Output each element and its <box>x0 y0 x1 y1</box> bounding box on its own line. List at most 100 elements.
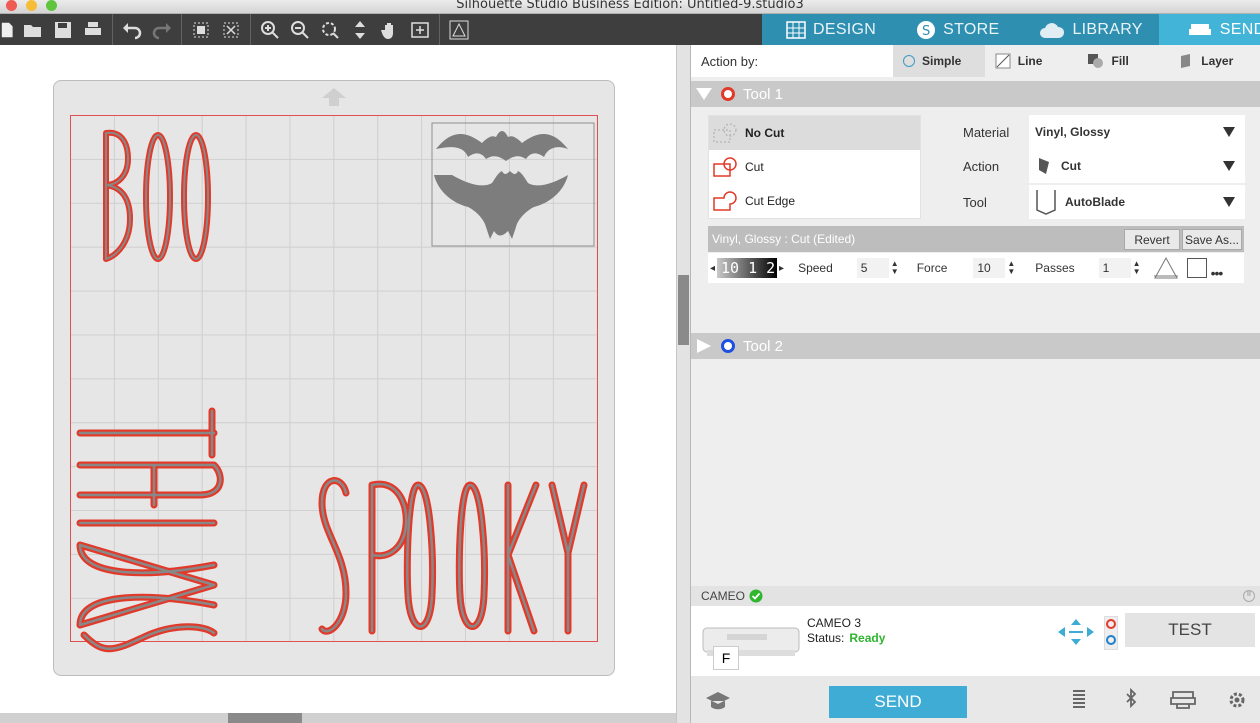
chevron-down-icon <box>1223 161 1235 171</box>
move-arrows-icon[interactable] <box>1057 618 1095 646</box>
tab-send[interactable]: SEND <box>1158 14 1260 45</box>
status-label: Status: <box>807 631 845 645</box>
chevron-down-icon <box>1223 197 1235 207</box>
undo-icon[interactable] <box>117 17 147 43</box>
line-label: Line <box>1017 54 1043 68</box>
vertical-scrollbar[interactable] <box>676 45 690 723</box>
bluetooth-icon[interactable] <box>1124 688 1138 712</box>
tutorial-cap-icon[interactable] <box>705 690 731 712</box>
preset-title: Vinyl, Glossy : Cut (Edited) <box>712 232 856 246</box>
bat-bottom[interactable] <box>434 171 568 239</box>
design-artwork <box>76 122 595 653</box>
new-file-icon[interactable] <box>0 17 18 43</box>
add-page-icon[interactable] <box>405 17 435 43</box>
tab-library[interactable]: LIBRARY <box>1015 14 1158 45</box>
radio-icon <box>903 55 915 67</box>
settings-gear-icon[interactable] <box>1227 690 1247 710</box>
arrow-left-icon[interactable]: ◂ <box>710 263 715 274</box>
svg-text:S: S <box>922 24 931 39</box>
expand-triangle-icon[interactable] <box>695 338 713 354</box>
action-label: Action <box>963 158 1000 174</box>
arrow-right-icon[interactable]: ▸ <box>779 263 784 274</box>
cutter-icon <box>1188 23 1211 35</box>
store-s-icon: S <box>917 20 936 39</box>
save-icon[interactable] <box>48 17 78 43</box>
tricks-text[interactable] <box>76 407 224 653</box>
tab-design-label: DESIGN <box>813 20 877 38</box>
force-input[interactable]: 10 <box>973 258 1006 278</box>
ungroup-icon[interactable] <box>216 17 246 43</box>
main-toolbar <box>0 14 762 45</box>
layer-icon <box>1181 54 1191 68</box>
speed-input[interactable]: 5 <box>856 258 889 278</box>
material-value: Vinyl, Glossy <box>1035 125 1111 139</box>
tab-library-label: LIBRARY <box>1072 20 1143 38</box>
open-folder-icon[interactable] <box>18 17 48 43</box>
vertical-scroll-thumb[interactable] <box>678 275 689 345</box>
device-box: F CAMEO 3 Status: Ready TEST <box>691 606 1260 676</box>
action-by-simple[interactable]: Simple <box>893 45 985 77</box>
tool2-holder-icon <box>1106 635 1116 645</box>
tool1-ring-icon <box>721 87 735 101</box>
pause-icon[interactable]: II <box>1243 590 1255 602</box>
horizontal-scroll-thumb[interactable] <box>228 713 302 723</box>
action-by-label: Action by: <box>691 45 893 77</box>
design-canvas[interactable] <box>0 45 676 713</box>
send-button[interactable]: SEND <box>829 686 967 718</box>
test-button[interactable]: TEST <box>1125 613 1255 647</box>
more-options-icon[interactable]: ••• <box>1211 265 1224 281</box>
action-select[interactable]: Cut <box>1029 149 1245 183</box>
revert-button[interactable]: Revert <box>1124 229 1180 250</box>
line-segment-overcut-icon[interactable] <box>1153 256 1179 280</box>
tool2-label: Tool 2 <box>743 337 784 355</box>
cut-edge-icon <box>713 191 737 211</box>
cut-style-no-cut[interactable]: No Cut <box>709 116 920 150</box>
pixscan-icon[interactable] <box>444 17 474 43</box>
material-select[interactable]: Vinyl, Glossy <box>1029 115 1245 149</box>
zoom-out-icon[interactable] <box>285 17 315 43</box>
fit-to-page-icon[interactable] <box>345 17 375 43</box>
material-label: Material <box>963 124 1010 140</box>
cut-edge-label: Cut Edge <box>745 194 796 208</box>
zoom-select-icon[interactable] <box>315 17 345 43</box>
force-stepper-icon[interactable]: ▲ ▼ <box>1007 260 1015 276</box>
horizontal-scrollbar[interactable] <box>0 713 676 723</box>
cut-style-cut-edge[interactable]: Cut Edge <box>709 184 920 218</box>
barcode-icon[interactable] <box>1072 689 1086 711</box>
print-icon[interactable] <box>78 17 108 43</box>
tool2-header[interactable]: Tool 2 <box>691 333 1260 359</box>
zoom-in-icon[interactable] <box>255 17 285 43</box>
passes-stepper-icon[interactable]: ▲ ▼ <box>1133 260 1141 276</box>
speed-label: Speed <box>798 261 833 275</box>
blade-cut-icon <box>1039 158 1049 174</box>
action-by-line[interactable]: Line <box>985 45 1077 77</box>
tab-store[interactable]: S STORE <box>892 14 1015 45</box>
cut-style-cut[interactable]: Cut <box>709 150 920 184</box>
save-as-button[interactable]: Save As... <box>1182 229 1242 250</box>
bat-top[interactable] <box>436 131 568 161</box>
double-cut-checkbox[interactable] <box>1186 258 1207 278</box>
tool1-holder-icon <box>1106 619 1116 629</box>
action-by-layer[interactable]: Layer <box>1168 45 1260 77</box>
passes-input[interactable]: 1 <box>1098 258 1131 278</box>
redo-icon[interactable] <box>147 17 177 43</box>
speed-stepper-icon[interactable]: ▲ ▼ <box>891 260 899 276</box>
spooky-text[interactable] <box>318 477 588 635</box>
chevron-down-icon <box>1223 127 1235 137</box>
passes-label: Passes <box>1035 261 1075 275</box>
tool-select[interactable]: AutoBlade <box>1029 185 1245 219</box>
force-label: Force <box>916 261 948 275</box>
tool1-header[interactable]: Tool 1 <box>691 81 1260 107</box>
collapse-triangle-icon[interactable] <box>695 87 713 101</box>
machine-icon[interactable] <box>1169 690 1197 710</box>
boo-text[interactable] <box>103 129 211 262</box>
device-header-label: CAMEO <box>701 589 746 603</box>
cloud-icon <box>1040 22 1065 38</box>
action-by-fill[interactable]: Fill <box>1077 45 1169 77</box>
tool-value: AutoBlade <box>1065 195 1125 209</box>
tool-holder-indicator <box>1104 616 1118 650</box>
blade-setting-display[interactable]: 10 1 2 <box>717 258 778 278</box>
tab-design[interactable]: DESIGN <box>762 14 892 45</box>
group-icon[interactable] <box>186 17 216 43</box>
pan-hand-icon[interactable] <box>375 17 405 43</box>
